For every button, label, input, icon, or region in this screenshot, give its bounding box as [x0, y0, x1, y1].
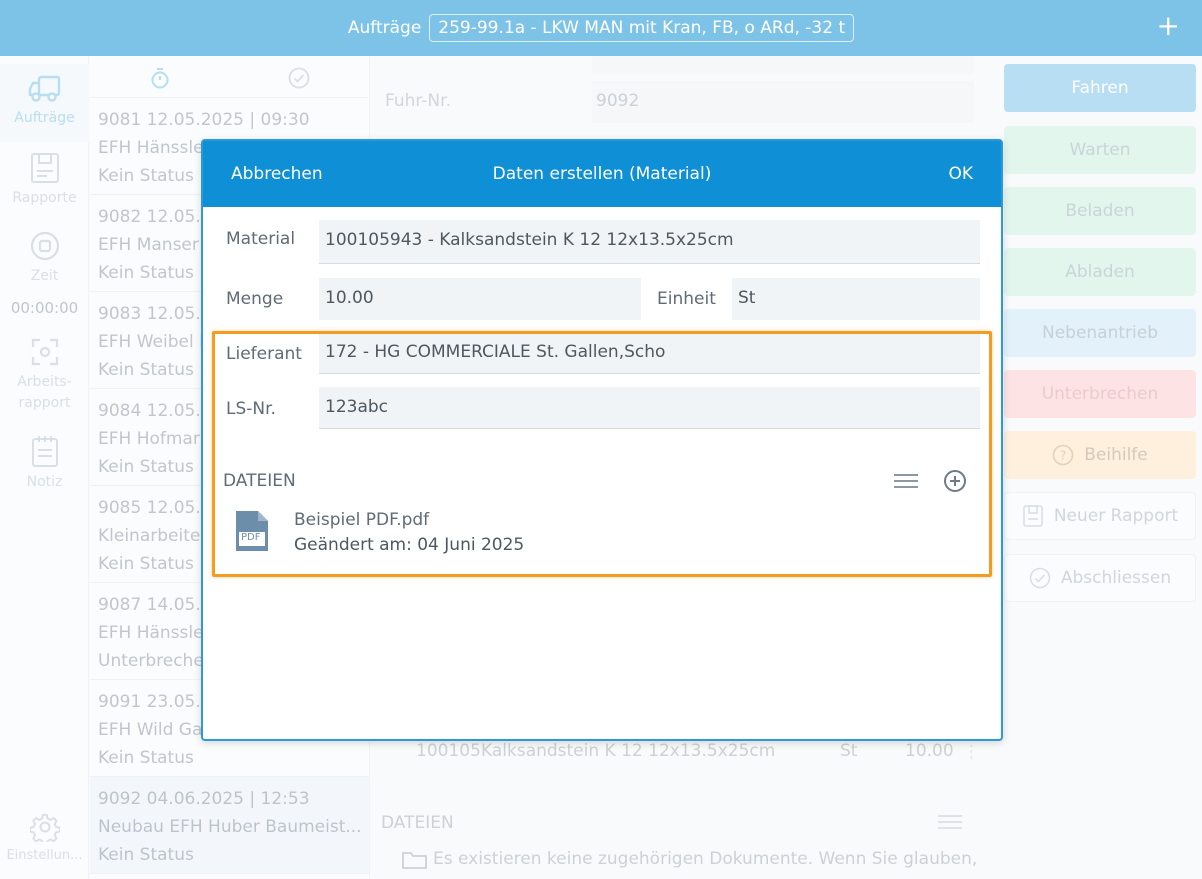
material-label: Material: [226, 229, 296, 249]
pdf-file-icon[interactable]: PDF: [234, 509, 270, 557]
einheit-label: Einheit: [657, 289, 716, 309]
menge-field[interactable]: 10.00: [319, 278, 641, 320]
ok-button[interactable]: OK: [948, 164, 973, 184]
cancel-button[interactable]: Abbrechen: [231, 164, 323, 184]
top-bar: Aufträge 259-99.1a - LKW MAN mit Kran, F…: [0, 0, 1202, 56]
plus-icon[interactable]: +: [1157, 12, 1180, 40]
create-material-dialog: Abbrechen Daten erstellen (Material) OK …: [201, 139, 1003, 741]
einheit-field[interactable]: St: [732, 278, 980, 320]
add-circle-icon[interactable]: [943, 469, 967, 493]
page-title: Aufträge: [347, 18, 422, 38]
file-modified-date: Geändert am: 04 Juni 2025: [294, 535, 525, 555]
menge-label: Menge: [226, 289, 284, 309]
dialog-title: Daten erstellen (Material): [492, 164, 712, 184]
file-name[interactable]: Beispiel PDF.pdf: [294, 510, 429, 530]
dialog-header: Abbrechen Daten erstellen (Material) OK: [203, 141, 1001, 207]
dateien-label: DATEIEN: [223, 471, 296, 491]
file-type-label: PDF: [241, 532, 261, 543]
material-field[interactable]: 100105943 - Kalksandstein K 12 12x13.5x2…: [319, 220, 980, 264]
vehicle-selector[interactable]: 259-99.1a - LKW MAN mit Kran, FB, o ARd,…: [429, 14, 855, 42]
menu-icon[interactable]: [894, 473, 918, 489]
